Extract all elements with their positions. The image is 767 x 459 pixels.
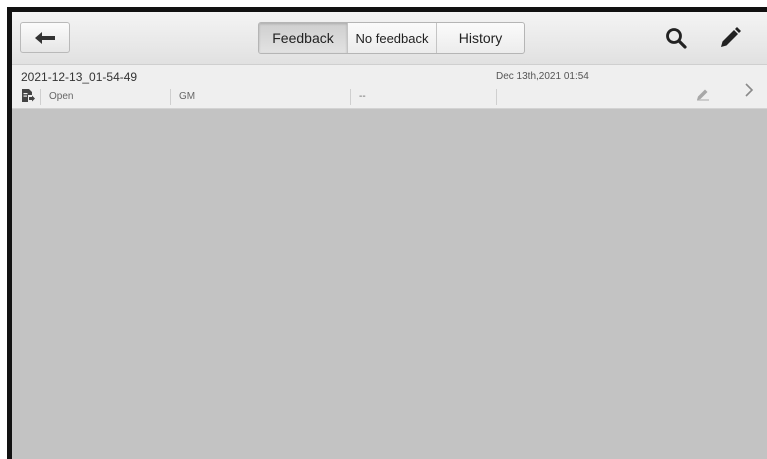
search-icon[interactable] [664,26,688,50]
back-button[interactable] [20,22,70,53]
record-row[interactable]: 2021-12-13_01-54-49 Dec 13th,2021 01:54 … [12,65,767,109]
app-screen: Feedback No feedback History 2021-12-13_… [12,12,767,459]
record-make: GM [170,89,350,105]
pencil-icon[interactable] [696,87,710,101]
top-toolbar: Feedback No feedback History [12,12,767,65]
record-model: -- [350,89,496,105]
record-title: 2021-12-13_01-54-49 [21,70,138,84]
record-date: Dec 13th,2021 01:54 [496,71,589,82]
tab-history[interactable]: History [436,23,524,53]
feedback-tab-group: Feedback No feedback History [258,22,525,54]
tab-feedback[interactable]: Feedback [259,23,347,53]
tab-no-feedback[interactable]: No feedback [347,23,436,53]
pencil-icon[interactable] [718,26,742,50]
column-divider [496,89,505,105]
document-export-icon [22,89,35,102]
back-arrow-icon [35,31,55,44]
chevron-right-icon[interactable] [744,82,754,98]
record-status: Open [40,89,170,105]
